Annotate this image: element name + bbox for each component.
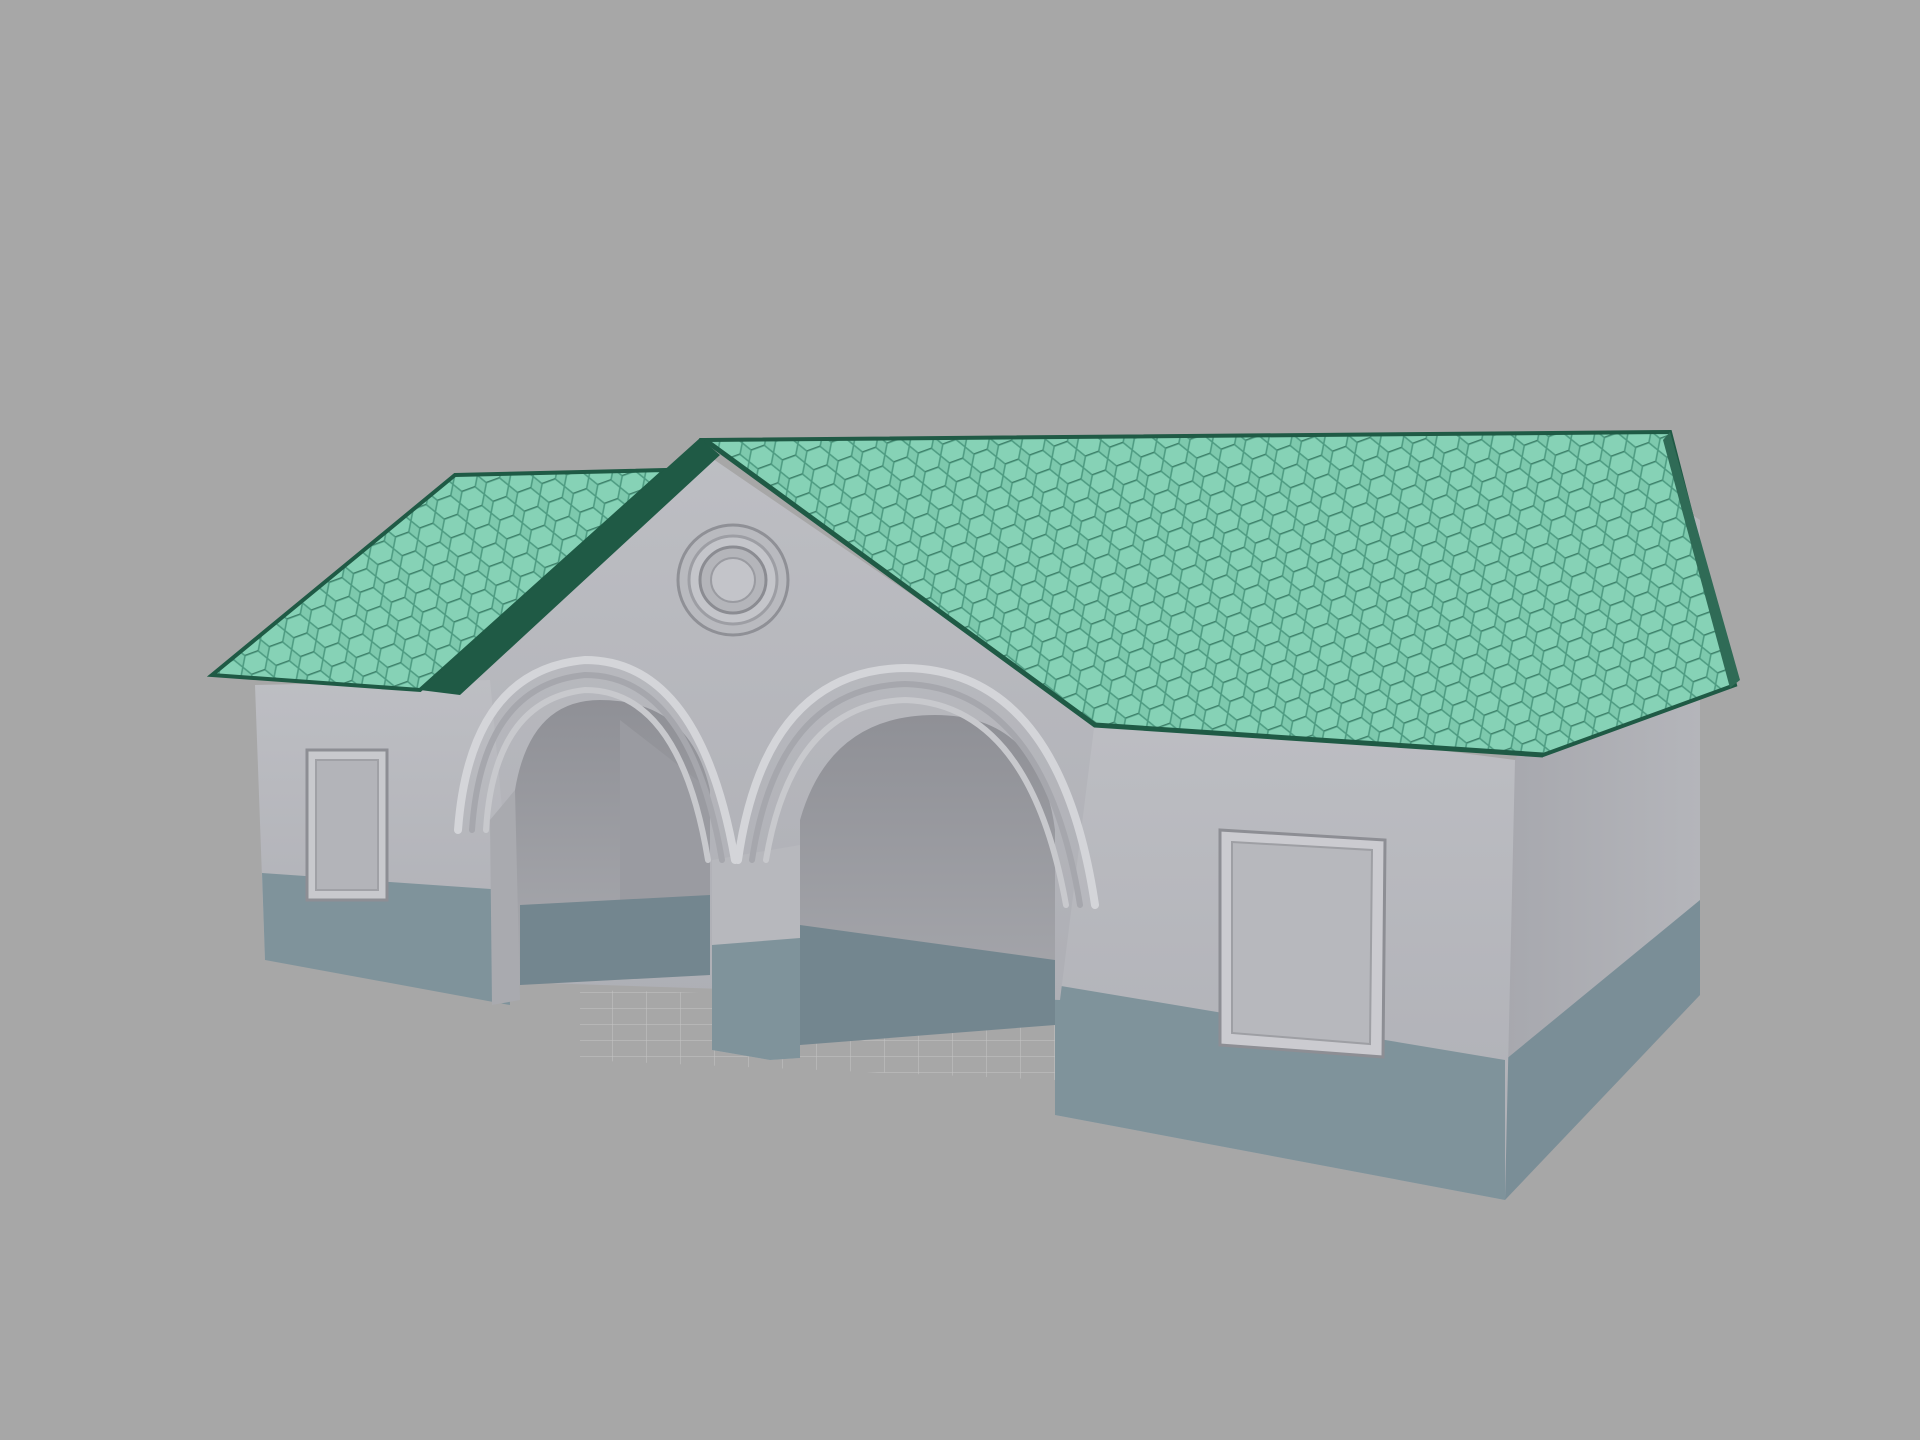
house-render <box>206 429 1740 1200</box>
left-pillar <box>490 790 520 1005</box>
right-window-panel <box>1218 828 1387 1059</box>
render-viewport <box>0 0 1920 1440</box>
center-pillar-base <box>712 938 800 1060</box>
round-vent <box>676 523 790 637</box>
left-arch-base <box>520 895 710 985</box>
left-window-panel <box>305 748 389 902</box>
